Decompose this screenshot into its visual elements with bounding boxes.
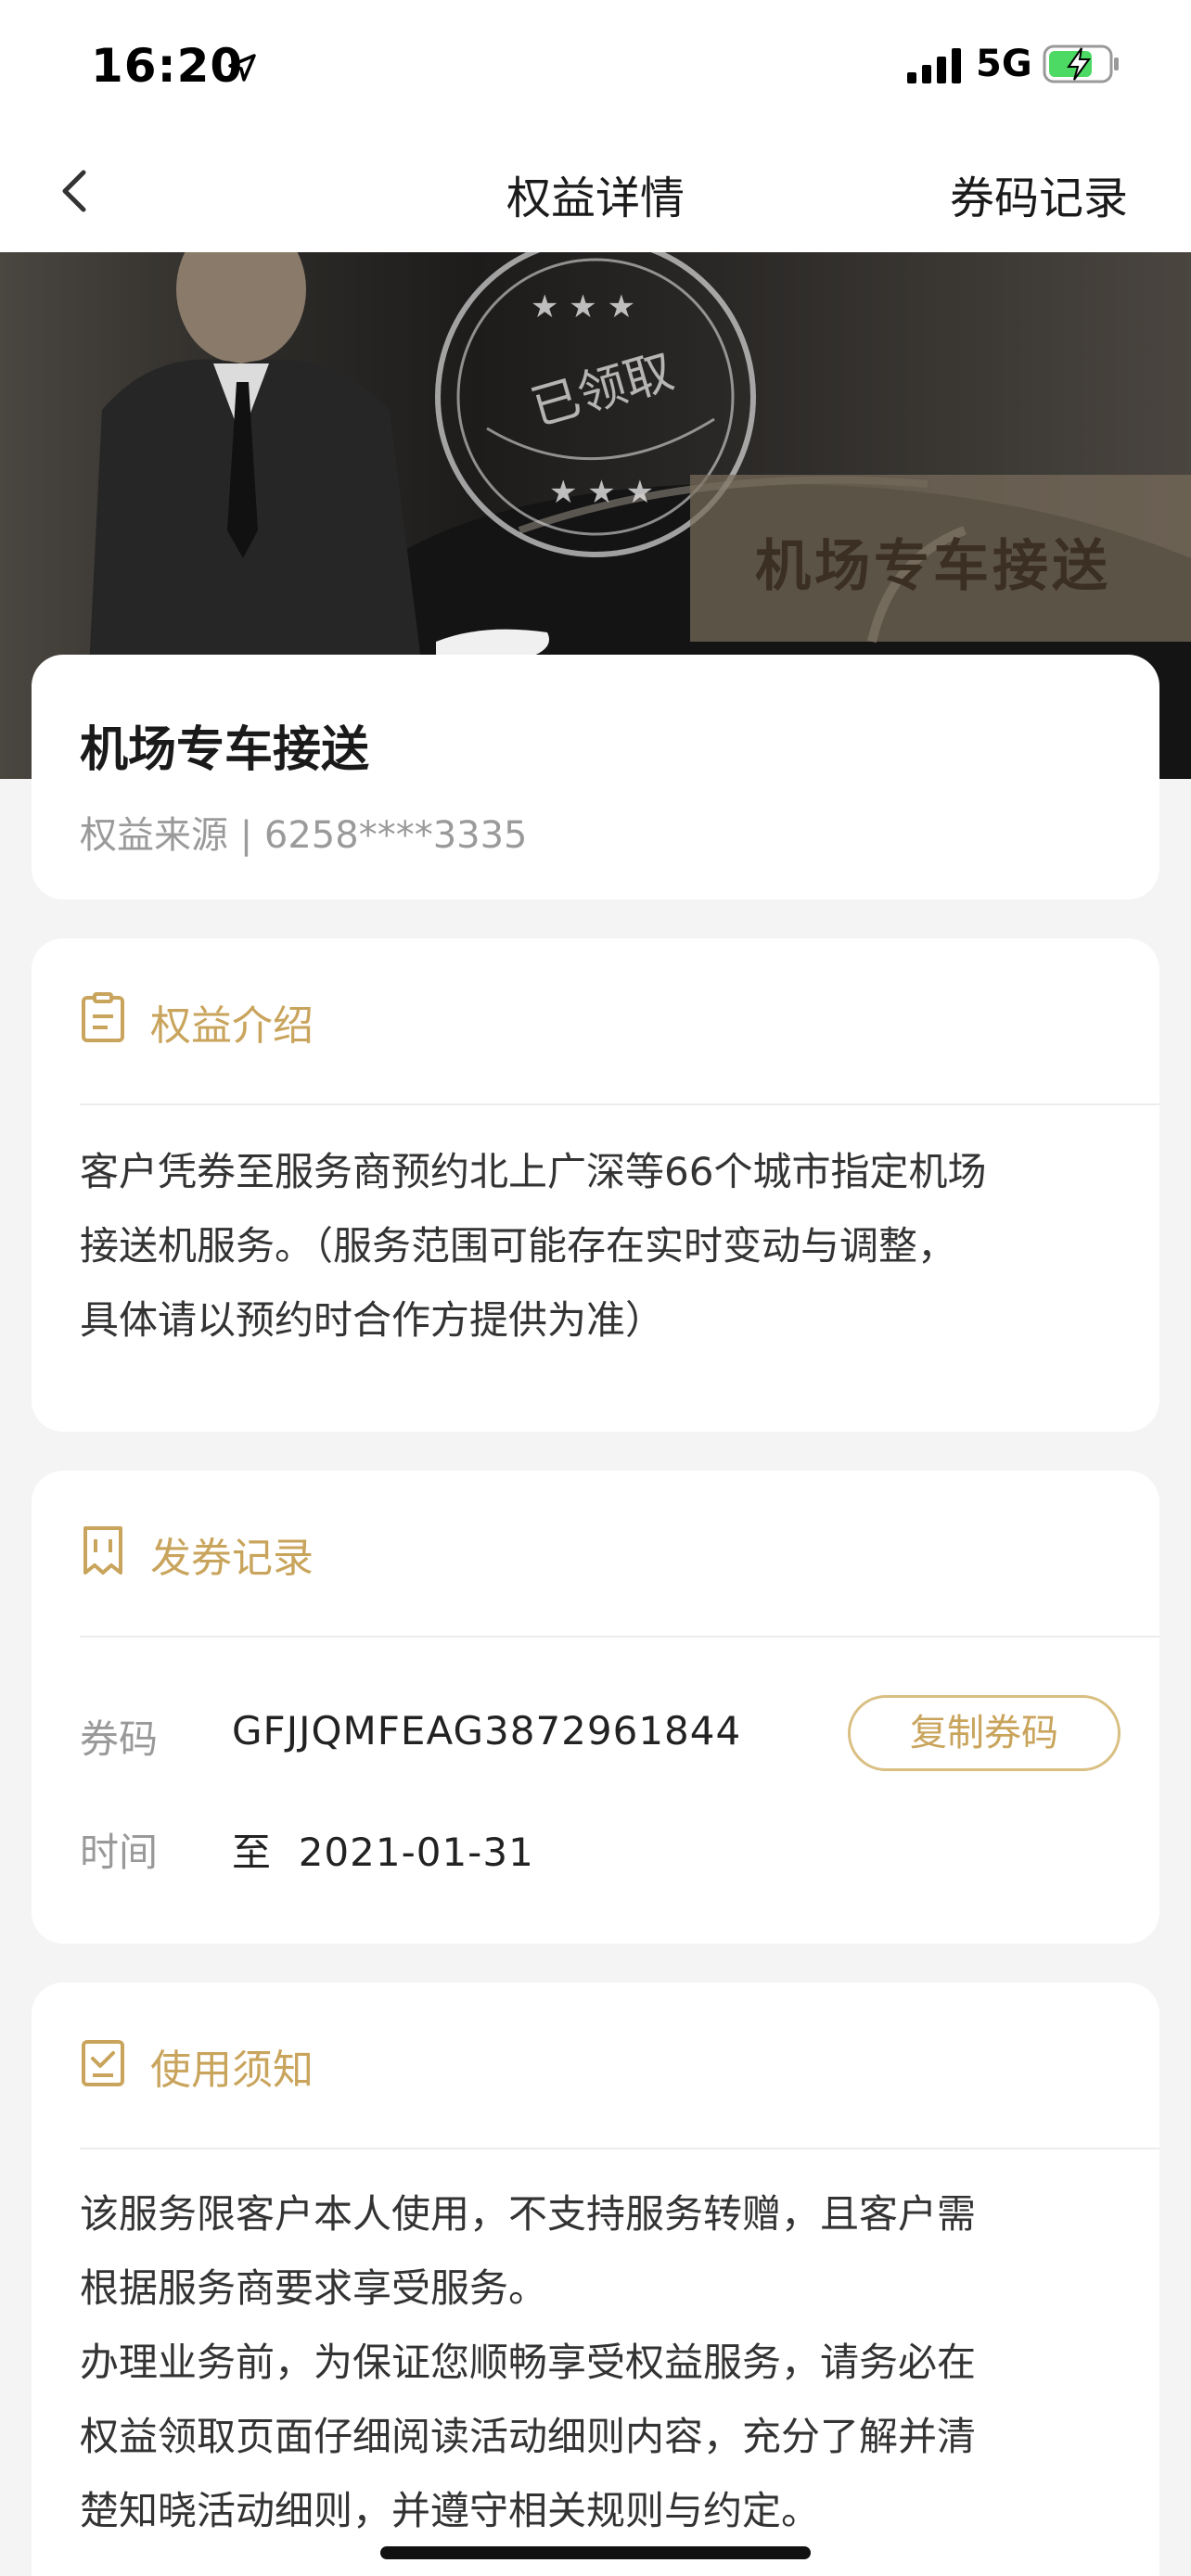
hero-tag: 机场专车接送 bbox=[690, 475, 1191, 642]
issue-record-card: 发券记录 券码 GFJJQMFEAG3872961844 复制券码 时间 至 2… bbox=[32, 1471, 1159, 1944]
location-arrow-icon bbox=[228, 54, 256, 82]
copy-code-button[interactable]: 复制券码 bbox=[848, 1695, 1121, 1771]
status-bar: 16:20 5G bbox=[0, 0, 1191, 130]
battery-charging-icon bbox=[1043, 45, 1119, 83]
summary-card: 机场专车接送 权益来源 | 6258****3335 bbox=[32, 655, 1159, 899]
benefit-source: 权益来源 | 6258****3335 bbox=[80, 814, 528, 857]
notice-line: 根据服务商要求享受服务。 bbox=[80, 2265, 548, 2311]
clipboard-icon bbox=[82, 992, 124, 1042]
coupon-code: GFJJQMFEAG3872961844 bbox=[232, 1708, 742, 1753]
code-label: 券码 bbox=[80, 1716, 159, 1762]
notice-line: 办理业务前，为保证您顺畅享受权益服务，请务必在 bbox=[80, 2340, 977, 2385]
notice-line: 楚知晓活动细则，并遵守相关规则与约定。 bbox=[80, 2488, 821, 2533]
intro-heading: 权益介绍 bbox=[150, 1002, 314, 1050]
notice-line: 权益领取页面仔细阅读活动细则内容，充分了解并清 bbox=[80, 2414, 977, 2459]
notice-heading: 使用须知 bbox=[150, 2047, 314, 2094]
checklist-icon bbox=[82, 2040, 124, 2086]
notice-line: 该服务限客户本人使用，不支持服务转赠，且客户需 bbox=[80, 2191, 977, 2237]
signal-icon bbox=[907, 48, 961, 83]
intro-text: 客户凭券至服务商预约北上广深等66个城市指定机场 接送机服务。（服务范围可能存在… bbox=[80, 1135, 1104, 1358]
intro-line: 接送机服务。（服务范围可能存在实时变动与调整， bbox=[80, 1223, 957, 1269]
coupon-records-link[interactable]: 券码记录 bbox=[950, 161, 1128, 226]
navigation-bar: 权益详情 券码记录 bbox=[0, 130, 1191, 252]
notice-text: 该服务限客户本人使用，不支持服务转赠，且客户需 根据服务商要求享受服务。 办理业… bbox=[80, 2177, 1104, 2548]
expiry-date: 至 2021-01-31 bbox=[232, 1830, 534, 1875]
svg-text:★ ★ ★: ★ ★ ★ bbox=[531, 288, 635, 325]
time-label: 时间 bbox=[80, 1830, 159, 1875]
ticket-icon bbox=[83, 1526, 122, 1575]
hero-tag-text: 机场专车接送 bbox=[755, 534, 1111, 599]
issue-record-heading: 发券记录 bbox=[150, 1535, 314, 1582]
intro-header: 权益介绍 bbox=[80, 938, 1159, 1105]
home-indicator[interactable] bbox=[380, 2546, 811, 2559]
notice-header: 使用须知 bbox=[80, 1983, 1159, 2149]
svg-text:★ ★ ★: ★ ★ ★ bbox=[549, 474, 654, 511]
intro-line: 客户凭券至服务商预约北上广深等66个城市指定机场 bbox=[80, 1149, 987, 1194]
notice-card: 使用须知 该服务限客户本人使用，不支持服务转赠，且客户需 根据服务商要求享受服务… bbox=[32, 1983, 1159, 2576]
status-time: 16:20 bbox=[91, 39, 244, 93]
issue-record-header: 发券记录 bbox=[80, 1471, 1159, 1638]
intro-card: 权益介绍 客户凭券至服务商预约北上广深等66个城市指定机场 接送机服务。（服务范… bbox=[32, 938, 1159, 1432]
network-label: 5G bbox=[976, 43, 1032, 85]
intro-line: 具体请以预约时合作方提供为准） bbox=[80, 1297, 665, 1343]
benefit-title: 机场专车接送 bbox=[80, 722, 370, 778]
